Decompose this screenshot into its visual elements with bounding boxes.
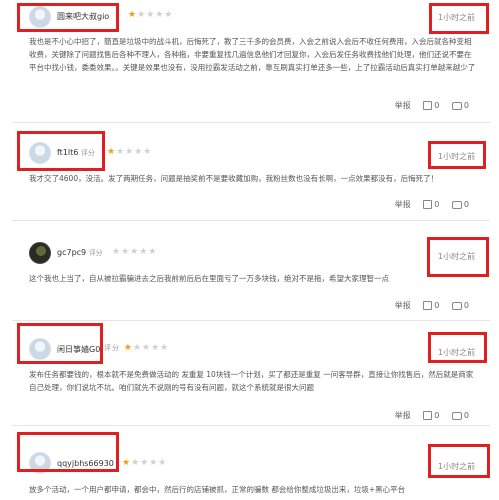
star-rating: ★★★★★ (122, 458, 168, 468)
highlight-box (429, 3, 489, 34)
like-count: 0 (434, 411, 440, 420)
comment-button[interactable]: 0 (451, 301, 469, 310)
review-actions: 举报 0 0 (395, 300, 469, 311)
highlight-box (428, 332, 487, 363)
comment-button[interactable]: 0 (451, 411, 469, 420)
highlight-box (427, 237, 489, 277)
like-button[interactable]: 0 (423, 301, 439, 310)
comment-icon (451, 200, 462, 209)
review-actions: 举报 0 0 (395, 100, 469, 111)
report-link[interactable]: 举报 (395, 100, 411, 111)
review-text: 发布任务都要钱的，根本就不是免费做活动的 发重复 10块钱一个计划，买了都还是重… (29, 370, 474, 392)
like-button[interactable]: 0 (423, 200, 439, 209)
comment-button[interactable]: 0 (451, 200, 469, 209)
thumb-up-icon (423, 301, 433, 310)
username[interactable]: gc7pc9 评分 (57, 248, 103, 258)
review-actions: 举报 0 0 (395, 199, 469, 210)
highlight-box (428, 444, 490, 478)
divider (12, 425, 490, 426)
thumb-up-icon (423, 200, 433, 209)
divider (12, 320, 490, 321)
review-text: 我才交了4600，没活。发了两期任务，问题是抽奖前不是要收藏加购，我粉丝数也没有… (29, 174, 439, 183)
like-count: 0 (434, 101, 440, 110)
comment-icon (451, 101, 462, 110)
report-link[interactable]: 举报 (395, 300, 411, 311)
star-rating: ★★★★★ (107, 147, 153, 157)
highlight-box (17, 3, 119, 32)
star-rating: 评分 ★★★★★ (104, 343, 170, 353)
star-rating: ★★★★★ (112, 247, 158, 257)
divider (12, 122, 490, 123)
comment-icon (451, 301, 462, 310)
highlight-box (17, 323, 103, 364)
like-button[interactable]: 0 (423, 101, 439, 110)
comment-count: 0 (463, 200, 469, 209)
divider (12, 220, 490, 221)
highlight-box (17, 432, 119, 472)
review-text: 这个我也上当了，自从被拉霸骗进去之后我前前后后在里面亏了一万多块钱，绝对不是拖，… (29, 274, 389, 283)
like-count: 0 (434, 301, 440, 310)
review-text: 我也是不小心中招了，簡直是垃圾中的战斗机，后悔死了，教了三千多的会员费，入会之前… (29, 37, 476, 72)
thumb-up-icon (423, 101, 433, 110)
comment-icon (451, 411, 462, 420)
comment-count: 0 (463, 101, 469, 110)
highlight-box (428, 141, 486, 169)
comment-count: 0 (463, 411, 469, 420)
report-link[interactable]: 举报 (395, 410, 411, 421)
user-avatar[interactable] (29, 242, 51, 264)
highlight-box (17, 131, 105, 171)
report-link[interactable]: 举报 (395, 199, 411, 210)
review-text: 放多个活动，一个用户都申请，都会中，然后行的店铺被抓，正常的骗数 都会给你整成垃… (29, 485, 406, 494)
comment-count: 0 (463, 301, 469, 310)
thumb-up-icon (423, 411, 433, 420)
like-count: 0 (434, 200, 440, 209)
star-rating: ★★★★★ (128, 10, 174, 20)
comment-button[interactable]: 0 (451, 101, 469, 110)
like-button[interactable]: 0 (423, 411, 439, 420)
review-actions: 举报 0 0 (395, 410, 469, 421)
